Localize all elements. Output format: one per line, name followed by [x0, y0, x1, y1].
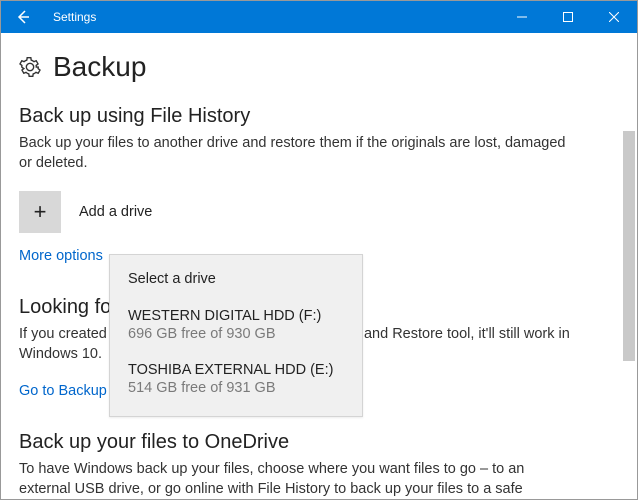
drive-option[interactable]: TOSHIBA EXTERNAL HDD (E:) 514 GB free of… — [128, 361, 344, 397]
settings-window: Settings Backup Back up using File Histo… — [0, 0, 638, 500]
file-history-body: Back up your files to another drive and … — [19, 134, 579, 173]
close-icon — [609, 12, 619, 22]
add-drive-button[interactable]: + — [19, 191, 61, 233]
titlebar: Settings — [1, 1, 637, 33]
page-header: Backup — [19, 51, 637, 83]
maximize-button[interactable] — [545, 1, 591, 33]
more-options-link[interactable]: More options — [19, 248, 103, 264]
add-drive-label: Add a drive — [79, 204, 152, 220]
add-drive-row: + Add a drive — [19, 191, 637, 233]
minimize-button[interactable] — [499, 1, 545, 33]
gear-icon — [19, 56, 41, 78]
drive-name: TOSHIBA EXTERNAL HDD (E:) — [128, 361, 344, 379]
file-history-heading: Back up using File History — [19, 105, 637, 128]
scrollbar-thumb[interactable] — [623, 131, 635, 361]
arrow-left-icon — [15, 9, 31, 25]
drive-option[interactable]: WESTERN DIGITAL HDD (F:) 696 GB free of … — [128, 307, 344, 343]
select-drive-popup: Select a drive WESTERN DIGITAL HDD (F:) … — [109, 254, 363, 417]
select-drive-title: Select a drive — [128, 271, 344, 287]
back-button[interactable] — [1, 1, 45, 33]
page-title: Backup — [53, 51, 146, 83]
drive-name: WESTERN DIGITAL HDD (F:) — [128, 307, 344, 325]
close-button[interactable] — [591, 1, 637, 33]
minimize-icon — [517, 12, 527, 22]
backup-onedrive-body: To have Windows back up your files, choo… — [19, 460, 579, 499]
window-controls — [499, 1, 637, 33]
plus-icon: + — [34, 199, 47, 225]
backup-onedrive-heading: Back up your files to OneDrive — [19, 431, 637, 454]
window-title: Settings — [53, 10, 96, 24]
maximize-icon — [563, 12, 573, 22]
drive-free-space: 514 GB free of 931 GB — [128, 379, 344, 397]
backup-onedrive-section: Back up your files to OneDrive To have W… — [19, 431, 637, 499]
drive-free-space: 696 GB free of 930 GB — [128, 325, 344, 343]
